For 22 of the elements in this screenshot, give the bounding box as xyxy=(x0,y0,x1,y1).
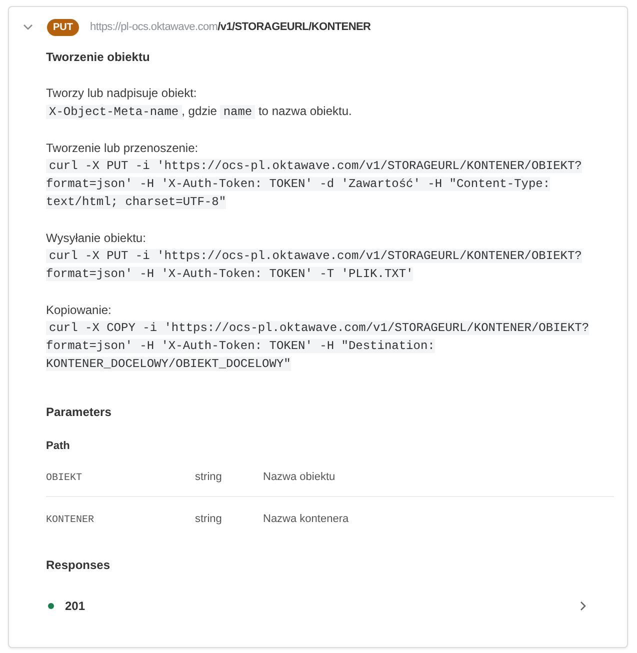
response-row[interactable]: 201 xyxy=(46,586,614,626)
parameter-description: Nazwa obiektu xyxy=(263,471,336,483)
summary-title: Tworzenie obiektu xyxy=(46,49,150,66)
paragraph-text: Wysyłanie obiektu: xyxy=(46,230,146,247)
endpoint-url: https://pl-ocs.oktawave.com/v1/STORAGEURL/KONTENER xyxy=(90,20,371,35)
paragraph-text: Tworzenie lub przenoszenie: xyxy=(46,140,198,157)
code-snippet: curl -X PUT -i 'https://ocs-pl.oktawave.com/v1/STORAGEURL/KONTENER/OBIEKT?format=json' -H 'X-Auth-Token: TOKEN' -T 'PLIK.TXT' xyxy=(46,248,583,283)
section-heading: Responses xyxy=(46,557,110,574)
code-snippet: curl -X COPY -i 'https://ocs-pl.oktawave.com/v1/STORAGEURL/KONTENER/OBIEKT?format=json' -H 'X-Auth-Token: TOKEN' -H "Destination: KONTENER_DOCELOWY/OBIEKT_DOCELOWY" xyxy=(46,320,590,373)
group-heading: Path xyxy=(46,439,70,454)
paragraph-text: Tworzy lub nadpisuje obiekt: xyxy=(46,85,197,102)
paragraph-text: Kopiowanie: xyxy=(46,302,112,319)
parameter-type: string xyxy=(195,512,222,524)
parameter-name: OBIEKT xyxy=(46,473,82,484)
parameter-name: KONTENER xyxy=(46,514,94,526)
method-badge: PUT xyxy=(47,18,79,36)
description-text: X-Object-Meta-name , gdzie name to nazwa obiektu. xyxy=(46,102,352,121)
section-heading: Parameters xyxy=(46,404,112,421)
code-snippet: curl -X PUT -i 'https://ocs-pl.oktawave.com/v1/STORAGEURL/KONTENER/OBIEKT?format=json' -H 'X-Auth-Token: TOKEN' -d 'Zawartość' -H "Content-Type: text/html; charset=UTF-8" xyxy=(46,158,583,211)
chevron-down-icon[interactable] xyxy=(23,24,33,30)
parameter-description: Nazwa kontenera xyxy=(263,512,349,524)
parameter-type: string xyxy=(195,471,222,483)
